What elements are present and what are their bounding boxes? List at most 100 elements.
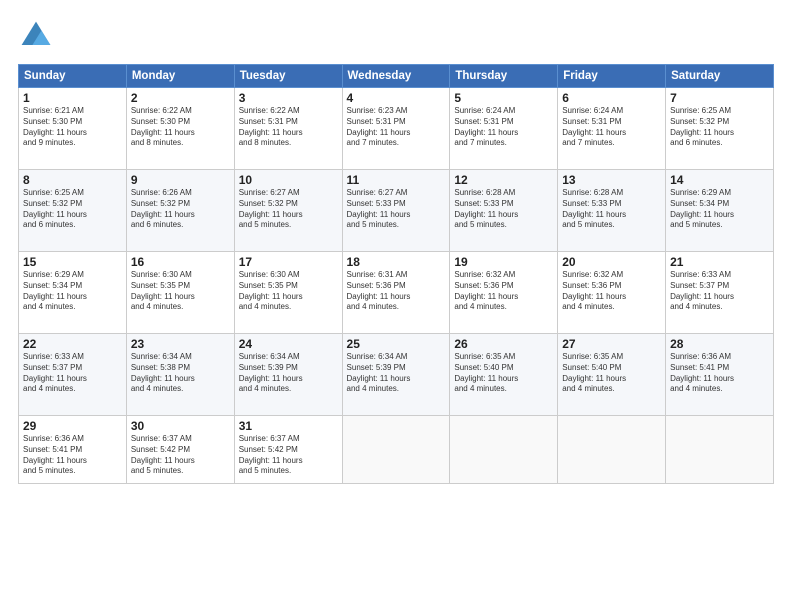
day-info: Sunrise: 6:27 AM Sunset: 5:33 PM Dayligh… bbox=[347, 188, 446, 231]
calendar-cell: 18Sunrise: 6:31 AM Sunset: 5:36 PM Dayli… bbox=[342, 252, 450, 334]
calendar-cell: 16Sunrise: 6:30 AM Sunset: 5:35 PM Dayli… bbox=[126, 252, 234, 334]
weekday-header: Wednesday bbox=[342, 65, 450, 88]
calendar-cell bbox=[558, 416, 666, 484]
weekday-header: Thursday bbox=[450, 65, 558, 88]
calendar-cell: 4Sunrise: 6:23 AM Sunset: 5:31 PM Daylig… bbox=[342, 88, 450, 170]
day-info: Sunrise: 6:26 AM Sunset: 5:32 PM Dayligh… bbox=[131, 188, 230, 231]
day-info: Sunrise: 6:30 AM Sunset: 5:35 PM Dayligh… bbox=[131, 270, 230, 313]
day-info: Sunrise: 6:29 AM Sunset: 5:34 PM Dayligh… bbox=[670, 188, 769, 231]
header bbox=[18, 18, 774, 54]
weekday-header: Friday bbox=[558, 65, 666, 88]
day-number: 21 bbox=[670, 255, 769, 269]
day-number: 1 bbox=[23, 91, 122, 105]
calendar-week-row: 22Sunrise: 6:33 AM Sunset: 5:37 PM Dayli… bbox=[19, 334, 774, 416]
calendar-cell: 22Sunrise: 6:33 AM Sunset: 5:37 PM Dayli… bbox=[19, 334, 127, 416]
calendar-cell: 8Sunrise: 6:25 AM Sunset: 5:32 PM Daylig… bbox=[19, 170, 127, 252]
day-info: Sunrise: 6:22 AM Sunset: 5:31 PM Dayligh… bbox=[239, 106, 338, 149]
calendar-table: SundayMondayTuesdayWednesdayThursdayFrid… bbox=[18, 64, 774, 484]
day-info: Sunrise: 6:37 AM Sunset: 5:42 PM Dayligh… bbox=[239, 434, 338, 477]
calendar-cell: 29Sunrise: 6:36 AM Sunset: 5:41 PM Dayli… bbox=[19, 416, 127, 484]
calendar-cell: 10Sunrise: 6:27 AM Sunset: 5:32 PM Dayli… bbox=[234, 170, 342, 252]
day-info: Sunrise: 6:23 AM Sunset: 5:31 PM Dayligh… bbox=[347, 106, 446, 149]
calendar-week-row: 15Sunrise: 6:29 AM Sunset: 5:34 PM Dayli… bbox=[19, 252, 774, 334]
day-info: Sunrise: 6:33 AM Sunset: 5:37 PM Dayligh… bbox=[670, 270, 769, 313]
day-info: Sunrise: 6:35 AM Sunset: 5:40 PM Dayligh… bbox=[454, 352, 553, 395]
calendar-cell: 26Sunrise: 6:35 AM Sunset: 5:40 PM Dayli… bbox=[450, 334, 558, 416]
day-number: 11 bbox=[347, 173, 446, 187]
calendar-week-row: 29Sunrise: 6:36 AM Sunset: 5:41 PM Dayli… bbox=[19, 416, 774, 484]
day-number: 16 bbox=[131, 255, 230, 269]
day-info: Sunrise: 6:29 AM Sunset: 5:34 PM Dayligh… bbox=[23, 270, 122, 313]
day-info: Sunrise: 6:36 AM Sunset: 5:41 PM Dayligh… bbox=[23, 434, 122, 477]
calendar-cell bbox=[342, 416, 450, 484]
calendar-cell: 9Sunrise: 6:26 AM Sunset: 5:32 PM Daylig… bbox=[126, 170, 234, 252]
day-info: Sunrise: 6:32 AM Sunset: 5:36 PM Dayligh… bbox=[454, 270, 553, 313]
day-info: Sunrise: 6:25 AM Sunset: 5:32 PM Dayligh… bbox=[670, 106, 769, 149]
day-info: Sunrise: 6:31 AM Sunset: 5:36 PM Dayligh… bbox=[347, 270, 446, 313]
logo-icon bbox=[18, 18, 54, 54]
day-number: 28 bbox=[670, 337, 769, 351]
day-info: Sunrise: 6:27 AM Sunset: 5:32 PM Dayligh… bbox=[239, 188, 338, 231]
calendar-cell: 1Sunrise: 6:21 AM Sunset: 5:30 PM Daylig… bbox=[19, 88, 127, 170]
calendar-cell: 25Sunrise: 6:34 AM Sunset: 5:39 PM Dayli… bbox=[342, 334, 450, 416]
day-number: 22 bbox=[23, 337, 122, 351]
day-info: Sunrise: 6:37 AM Sunset: 5:42 PM Dayligh… bbox=[131, 434, 230, 477]
day-info: Sunrise: 6:25 AM Sunset: 5:32 PM Dayligh… bbox=[23, 188, 122, 231]
day-number: 13 bbox=[562, 173, 661, 187]
day-info: Sunrise: 6:28 AM Sunset: 5:33 PM Dayligh… bbox=[562, 188, 661, 231]
day-info: Sunrise: 6:28 AM Sunset: 5:33 PM Dayligh… bbox=[454, 188, 553, 231]
day-info: Sunrise: 6:36 AM Sunset: 5:41 PM Dayligh… bbox=[670, 352, 769, 395]
calendar-cell: 30Sunrise: 6:37 AM Sunset: 5:42 PM Dayli… bbox=[126, 416, 234, 484]
day-number: 4 bbox=[347, 91, 446, 105]
day-number: 9 bbox=[131, 173, 230, 187]
calendar-cell: 19Sunrise: 6:32 AM Sunset: 5:36 PM Dayli… bbox=[450, 252, 558, 334]
weekday-header: Tuesday bbox=[234, 65, 342, 88]
calendar-cell: 17Sunrise: 6:30 AM Sunset: 5:35 PM Dayli… bbox=[234, 252, 342, 334]
day-info: Sunrise: 6:34 AM Sunset: 5:39 PM Dayligh… bbox=[347, 352, 446, 395]
day-info: Sunrise: 6:35 AM Sunset: 5:40 PM Dayligh… bbox=[562, 352, 661, 395]
day-info: Sunrise: 6:24 AM Sunset: 5:31 PM Dayligh… bbox=[454, 106, 553, 149]
day-number: 3 bbox=[239, 91, 338, 105]
weekday-header: Monday bbox=[126, 65, 234, 88]
day-info: Sunrise: 6:24 AM Sunset: 5:31 PM Dayligh… bbox=[562, 106, 661, 149]
day-info: Sunrise: 6:32 AM Sunset: 5:36 PM Dayligh… bbox=[562, 270, 661, 313]
day-number: 18 bbox=[347, 255, 446, 269]
day-number: 26 bbox=[454, 337, 553, 351]
day-info: Sunrise: 6:30 AM Sunset: 5:35 PM Dayligh… bbox=[239, 270, 338, 313]
calendar-cell: 14Sunrise: 6:29 AM Sunset: 5:34 PM Dayli… bbox=[666, 170, 774, 252]
calendar-cell: 2Sunrise: 6:22 AM Sunset: 5:30 PM Daylig… bbox=[126, 88, 234, 170]
calendar-header-row: SundayMondayTuesdayWednesdayThursdayFrid… bbox=[19, 65, 774, 88]
day-number: 29 bbox=[23, 419, 122, 433]
logo bbox=[18, 18, 58, 54]
calendar-cell bbox=[666, 416, 774, 484]
day-number: 30 bbox=[131, 419, 230, 433]
calendar-cell: 3Sunrise: 6:22 AM Sunset: 5:31 PM Daylig… bbox=[234, 88, 342, 170]
calendar-cell: 13Sunrise: 6:28 AM Sunset: 5:33 PM Dayli… bbox=[558, 170, 666, 252]
day-number: 6 bbox=[562, 91, 661, 105]
day-number: 10 bbox=[239, 173, 338, 187]
day-number: 20 bbox=[562, 255, 661, 269]
calendar-cell: 6Sunrise: 6:24 AM Sunset: 5:31 PM Daylig… bbox=[558, 88, 666, 170]
page: SundayMondayTuesdayWednesdayThursdayFrid… bbox=[0, 0, 792, 612]
day-number: 15 bbox=[23, 255, 122, 269]
calendar-cell: 23Sunrise: 6:34 AM Sunset: 5:38 PM Dayli… bbox=[126, 334, 234, 416]
weekday-header: Saturday bbox=[666, 65, 774, 88]
calendar-cell: 15Sunrise: 6:29 AM Sunset: 5:34 PM Dayli… bbox=[19, 252, 127, 334]
calendar-cell: 24Sunrise: 6:34 AM Sunset: 5:39 PM Dayli… bbox=[234, 334, 342, 416]
day-number: 14 bbox=[670, 173, 769, 187]
day-number: 24 bbox=[239, 337, 338, 351]
day-number: 17 bbox=[239, 255, 338, 269]
calendar-week-row: 8Sunrise: 6:25 AM Sunset: 5:32 PM Daylig… bbox=[19, 170, 774, 252]
calendar-cell bbox=[450, 416, 558, 484]
day-number: 19 bbox=[454, 255, 553, 269]
day-number: 31 bbox=[239, 419, 338, 433]
calendar-cell: 11Sunrise: 6:27 AM Sunset: 5:33 PM Dayli… bbox=[342, 170, 450, 252]
calendar-cell: 7Sunrise: 6:25 AM Sunset: 5:32 PM Daylig… bbox=[666, 88, 774, 170]
day-info: Sunrise: 6:22 AM Sunset: 5:30 PM Dayligh… bbox=[131, 106, 230, 149]
day-info: Sunrise: 6:34 AM Sunset: 5:38 PM Dayligh… bbox=[131, 352, 230, 395]
day-number: 8 bbox=[23, 173, 122, 187]
calendar-cell: 21Sunrise: 6:33 AM Sunset: 5:37 PM Dayli… bbox=[666, 252, 774, 334]
day-number: 2 bbox=[131, 91, 230, 105]
weekday-header: Sunday bbox=[19, 65, 127, 88]
calendar-cell: 5Sunrise: 6:24 AM Sunset: 5:31 PM Daylig… bbox=[450, 88, 558, 170]
